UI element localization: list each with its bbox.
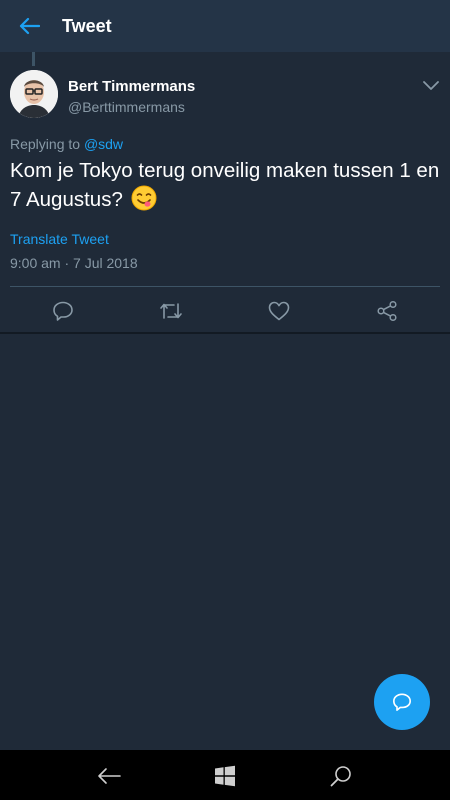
arrow-left-icon xyxy=(19,17,40,35)
divider xyxy=(0,332,450,334)
display-name[interactable]: Bert Timmermans xyxy=(68,78,195,96)
back-arrow-icon xyxy=(98,768,121,784)
retweet-button[interactable] xyxy=(158,298,184,324)
tweet-menu-button[interactable] xyxy=(420,78,442,94)
share-icon xyxy=(377,300,397,322)
tweet-actions xyxy=(0,292,450,330)
like-icon xyxy=(268,301,290,321)
compose-reply-button[interactable] xyxy=(374,674,430,730)
replying-prefix: Replying to xyxy=(10,136,81,152)
face-savoring-food-emoji-icon xyxy=(131,185,157,211)
top-app-bar: Tweet xyxy=(0,0,450,52)
system-navigation-bar xyxy=(0,750,450,800)
page-title: Tweet xyxy=(62,15,112,36)
avatar[interactable] xyxy=(10,70,58,118)
user-handle[interactable]: @Berttimmermans xyxy=(68,98,195,116)
search-icon xyxy=(330,766,351,787)
divider xyxy=(10,286,440,287)
replying-to: Replying to @sdw xyxy=(10,136,123,152)
translate-tweet-link[interactable]: Translate Tweet xyxy=(10,231,109,247)
retweet-icon xyxy=(160,303,182,319)
reply-button[interactable] xyxy=(50,298,76,324)
chevron-down-icon xyxy=(423,81,439,90)
like-button[interactable] xyxy=(266,298,292,324)
user-info[interactable]: Bert Timmermans @Berttimmermans xyxy=(68,78,195,116)
tweet-timestamp: 9:00 am · 7 Jul 2018 xyxy=(10,255,138,271)
reply-icon xyxy=(393,693,411,711)
share-button[interactable] xyxy=(374,298,400,324)
system-search-button[interactable] xyxy=(328,763,354,789)
tweet-body: Kom je Tokyo terug onveilig maken tussen… xyxy=(10,156,442,214)
tweet-text: Kom je Tokyo terug onveilig maken tussen… xyxy=(10,159,440,211)
avatar-portrait xyxy=(10,70,58,118)
system-back-button[interactable] xyxy=(96,763,122,789)
windows-start-button[interactable] xyxy=(212,763,238,789)
back-button[interactable] xyxy=(0,0,58,52)
mention-link[interactable]: @sdw xyxy=(84,136,123,152)
thread-connector-line xyxy=(32,52,35,66)
reply-icon xyxy=(53,301,73,321)
windows-start-icon xyxy=(215,765,235,787)
